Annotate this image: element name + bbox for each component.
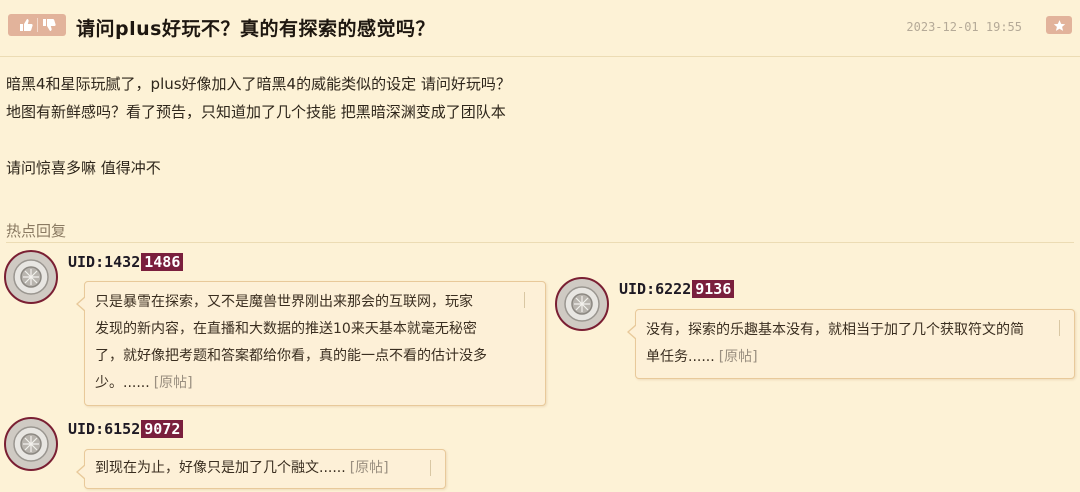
reply-line: 发现的新内容，在直播和大数据的推送10来天基本就毫无秘密 [95, 321, 477, 337]
uid-prefix: UID:6152 [68, 420, 141, 438]
original-post-link[interactable]: [原帖] [719, 349, 758, 365]
default-avatar-icon [13, 426, 49, 462]
bubble-scroll-marker [524, 292, 525, 308]
reply-uid[interactable]: UID:6152 9072 [68, 420, 184, 438]
uid-highlight: 9072 [141, 420, 184, 438]
avatar[interactable] [4, 250, 58, 304]
avatar[interactable] [4, 417, 58, 471]
bubble-scroll-marker [430, 460, 431, 476]
like-button-divider [36, 18, 38, 32]
reply-line: 了，就好像把考题和答案都给你看，真的能一点不看的估计没多 [95, 348, 487, 364]
thumbs-up-icon [19, 19, 33, 31]
avatar[interactable] [555, 277, 609, 331]
reply-uid[interactable]: UID:6222 9136 [619, 280, 735, 298]
post-title[interactable]: 请问plus好玩不？真的有探索的感觉吗？ [76, 14, 435, 41]
reply-bubble: 没有，探索的乐趣基本没有，就相当于加了几个获取符文的简 单任务...... [原帖… [627, 309, 1075, 379]
uid-prefix: UID:6222 [619, 280, 692, 298]
reply-uid[interactable]: UID:1432 1486 [68, 253, 184, 271]
star-icon [1053, 19, 1065, 31]
reply-line: 没有，探索的乐趣基本没有，就相当于加了几个获取符文的简 [646, 322, 1024, 338]
post-header: 请问plus好玩不？真的有探索的感觉吗？ 2023-12-01 19:55 [0, 0, 1080, 57]
post-body: 暗黑4和星际玩腻了，plus好像加入了暗黑4的威能类似的设定 请问好玩吗？ 地图… [6, 70, 511, 182]
bubble-scroll-marker [1059, 320, 1060, 336]
hot-replies-divider [6, 242, 1074, 243]
post-paragraph: 地图有新鲜感吗？看了预告，只知道加了几个技能 把黑暗深渊变成了团队本 [6, 103, 506, 121]
reply-line: 到现在为止，好像只是加了几个融文...... [95, 460, 346, 476]
thumbs-down-icon[interactable] [42, 18, 56, 32]
default-avatar-icon [13, 259, 49, 295]
uid-highlight: 1486 [141, 253, 184, 271]
like-button[interactable] [8, 14, 66, 36]
post-timestamp: 2023-12-01 19:55 [906, 20, 1022, 34]
favorite-button[interactable] [1046, 16, 1072, 34]
uid-highlight: 9136 [692, 280, 735, 298]
reply-line: 只是暴雪在探索，又不是魔兽世界刚出来那会的互联网，玩家 [95, 294, 473, 310]
post-paragraph: 请问惊喜多嘛 值得冲不 [6, 159, 161, 177]
hot-replies-label: 热点回复 [6, 222, 67, 240]
default-avatar-icon [564, 286, 600, 322]
reply-bubble: 只是暴雪在探索，又不是魔兽世界刚出来那会的互联网，玩家 发现的新内容，在直播和大… [76, 281, 546, 406]
original-post-link[interactable]: [原帖] [350, 460, 389, 476]
reply-line: 单任务...... [646, 349, 715, 365]
uid-prefix: UID:1432 [68, 253, 141, 271]
original-post-link[interactable]: [原帖] [154, 375, 193, 391]
post-paragraph: 暗黑4和星际玩腻了，plus好像加入了暗黑4的威能类似的设定 请问好玩吗？ [6, 75, 511, 93]
reply-bubble: 到现在为止，好像只是加了几个融文...... [原帖] [76, 449, 446, 489]
reply-line: 少。...... [95, 375, 150, 391]
